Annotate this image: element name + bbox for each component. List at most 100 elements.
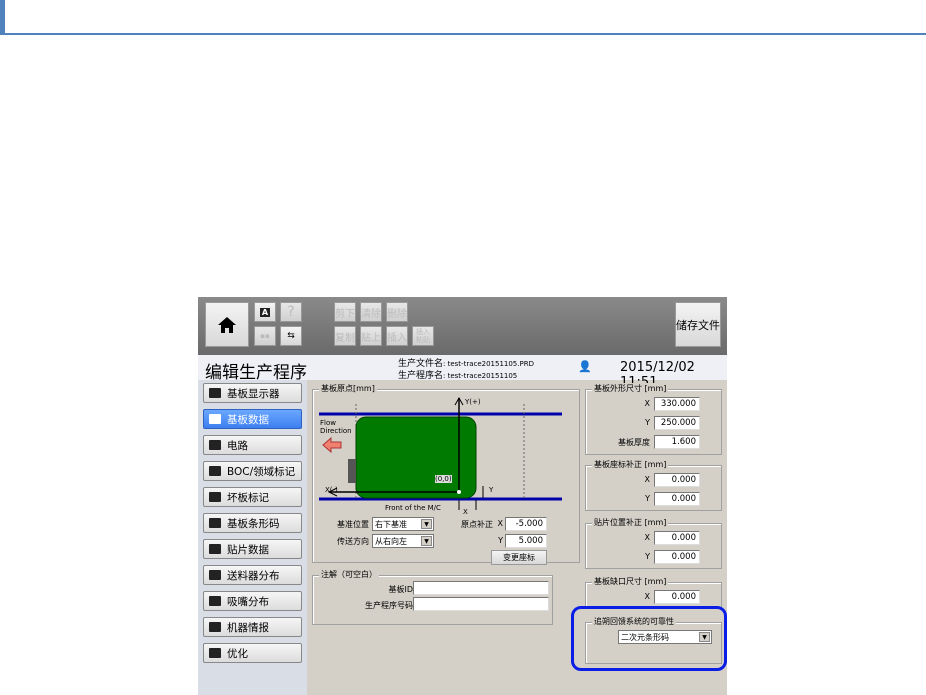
- origin-offset-label: 原点补正: [461, 520, 493, 529]
- offset-x-label: X: [497, 519, 503, 528]
- chevron-down-icon: ▼: [699, 632, 710, 642]
- coord-offset-legend: 基板座标补正 [mm]: [592, 459, 669, 470]
- board-size-y-input[interactable]: 250.000: [654, 416, 700, 430]
- paste-button[interactable]: 贴上: [360, 326, 382, 346]
- notch-size-legend: 基板缺口尺寸 [mm]: [592, 576, 669, 587]
- conveyor-direction-select[interactable]: 从右向左 ▼: [372, 534, 434, 548]
- board-size-x-input[interactable]: 330.000: [654, 397, 700, 411]
- origin-group: 基板原点[mm] Flow Direction Y(+) X(-) (0,0) …: [312, 383, 580, 565]
- network-icon: ⇆: [287, 331, 295, 341]
- chevron-down-icon: ▼: [421, 536, 432, 546]
- origin-offset-y-input[interactable]: 5.000: [505, 534, 547, 548]
- delete-button[interactable]: 删除: [386, 302, 408, 322]
- insert-button[interactable]: 插入: [386, 326, 408, 346]
- users-icon: ▪▪: [260, 332, 270, 340]
- file-value: : test-trace20151105.PRD: [443, 360, 534, 368]
- mount-offset-y-input[interactable]: 0.000: [654, 550, 700, 564]
- trace-select[interactable]: 二次元条形码 ▼: [618, 630, 712, 644]
- sidebar-item-9[interactable]: 机器情报: [203, 617, 302, 637]
- notes-legend: 注解（可空白）: [319, 569, 379, 580]
- sidebar-item-icon: [209, 544, 221, 554]
- document-top-rule: [0, 0, 926, 35]
- board-shape: [355, 416, 477, 499]
- size-x-label: X: [644, 399, 650, 408]
- program-name: 生产程序名: test-trace20151105: [398, 368, 517, 381]
- sidebar-item-label: 电路: [227, 439, 248, 452]
- program-number-label: 生产程序号码: [365, 601, 413, 610]
- x-offset-label: X: [463, 508, 468, 516]
- sidebar-item-2[interactable]: 电路: [203, 435, 302, 455]
- sidebar-item-5[interactable]: 基板条形码: [203, 513, 302, 533]
- cut-button[interactable]: 剪下: [334, 302, 356, 322]
- notes-group: 注解（可空白） 基板ID 生产程序号码: [312, 569, 553, 625]
- thickness-label: 基板厚度: [618, 438, 650, 447]
- coord-y-label: Y: [645, 494, 650, 503]
- a-icon: A: [259, 307, 271, 317]
- sidebar-item-label: 机器情报: [227, 621, 269, 634]
- user-switch-button[interactable]: ▪▪: [254, 326, 276, 346]
- insert-paste-line2: 粘贴: [416, 336, 430, 344]
- sidebar-item-label: 吸嘴分布: [227, 595, 269, 608]
- flow-label: Flow: [320, 419, 336, 427]
- sidebar-item-4[interactable]: 坏板标记: [203, 487, 302, 507]
- help-icon: ?: [287, 304, 295, 320]
- sidebar-item-label: BOC/领域标记: [227, 465, 296, 478]
- board-id-label: 基板ID: [388, 585, 413, 594]
- sidebar-item-icon: [209, 622, 221, 632]
- home-button[interactable]: [205, 302, 249, 347]
- sidebar-item-7[interactable]: 送料器分布: [203, 565, 302, 585]
- save-file-button[interactable]: 储存文件: [675, 302, 721, 347]
- sidebar-item-1[interactable]: 基板数据: [203, 409, 302, 429]
- insert-paste-button[interactable]: 插入 粘贴: [412, 326, 434, 346]
- app-window: A ? ▪▪ ⇆ 剪下 清除 删除 复制 贴上 插入 插入 粘贴 储存文件 编辑生…: [198, 297, 727, 695]
- mount-offset-legend: 贴片位置补正 [mm]: [592, 517, 669, 528]
- insert-paste-line1: 插入: [416, 328, 430, 336]
- clear-button[interactable]: 清除: [360, 302, 382, 322]
- sidebar-item-label: 基板显示器: [227, 387, 280, 400]
- sidebar-item-label: 坏板标记: [227, 491, 269, 504]
- ref-position-label: 基准位置: [337, 520, 369, 529]
- sidebar: 基板显示器基板数据电路 BOC/领域标记 坏板标记基板条形码贴片数据送料器分布吸嘴分…: [198, 380, 307, 695]
- board-id-input[interactable]: [413, 581, 549, 595]
- flow-arrow-icon: [322, 436, 342, 454]
- sidebar-item-label: 基板条形码: [227, 517, 280, 530]
- board-origin-diagram: [319, 396, 562, 510]
- program-number-input[interactable]: [413, 597, 549, 611]
- language-button[interactable]: A: [254, 302, 276, 322]
- notch-size-x-input[interactable]: 0.000: [654, 590, 700, 604]
- mount-offset-x-input[interactable]: 0.000: [654, 531, 700, 545]
- coord-offset-group: 基板座标补正 [mm] X 0.000 Y 0.000: [585, 459, 722, 511]
- coord-offset-y-input[interactable]: 0.000: [654, 492, 700, 506]
- sidebar-item-6[interactable]: 贴片数据: [203, 539, 302, 559]
- accent-mark: [0, 0, 5, 35]
- sidebar-item-0[interactable]: 基板显示器: [203, 383, 302, 403]
- trace-value: 二次元条形码: [621, 633, 669, 642]
- sidebar-item-label: 优化: [227, 647, 248, 660]
- notch-size-group: 基板缺口尺寸 [mm] X 0.000: [585, 576, 722, 608]
- sidebar-item-10[interactable]: 优化: [203, 643, 302, 663]
- program-label: 生产程序名: [398, 371, 444, 381]
- sidebar-item-label: 贴片数据: [227, 543, 269, 556]
- sidebar-item-label: 送料器分布: [227, 569, 280, 582]
- copy-button[interactable]: 复制: [334, 326, 356, 346]
- help-button[interactable]: ?: [280, 302, 302, 322]
- sidebar-item-icon: [209, 414, 221, 424]
- offset-y-label: Y: [498, 536, 503, 545]
- network-button[interactable]: ⇆: [280, 326, 302, 346]
- sidebar-item-icon: [209, 492, 221, 502]
- ref-position-select[interactable]: 右下基准 ▼: [372, 517, 434, 531]
- sidebar-item-icon: [209, 466, 221, 476]
- sidebar-item-icon: [209, 440, 221, 450]
- toolbar: A ? ▪▪ ⇆ 剪下 清除 删除 复制 贴上 插入 插入 粘贴 储存文件: [198, 297, 727, 355]
- sidebar-item-3[interactable]: BOC/领域标记: [203, 461, 302, 481]
- coord-offset-x-input[interactable]: 0.000: [654, 473, 700, 487]
- x-minus-label: X(-): [325, 486, 338, 494]
- sidebar-item-icon: [209, 570, 221, 580]
- y-offset-label: Y: [489, 486, 494, 494]
- change-coordinates-button[interactable]: 变更座标: [491, 550, 547, 565]
- board-thickness-input[interactable]: 1.600: [654, 435, 700, 449]
- origin-offset-x-input[interactable]: -5.000: [505, 517, 547, 531]
- header-bar: 编辑生产程序 生产文件名: test-trace20151105.PRD 生产程…: [198, 355, 727, 390]
- user-icon[interactable]: 👤: [578, 360, 592, 373]
- sidebar-item-8[interactable]: 吸嘴分布: [203, 591, 302, 611]
